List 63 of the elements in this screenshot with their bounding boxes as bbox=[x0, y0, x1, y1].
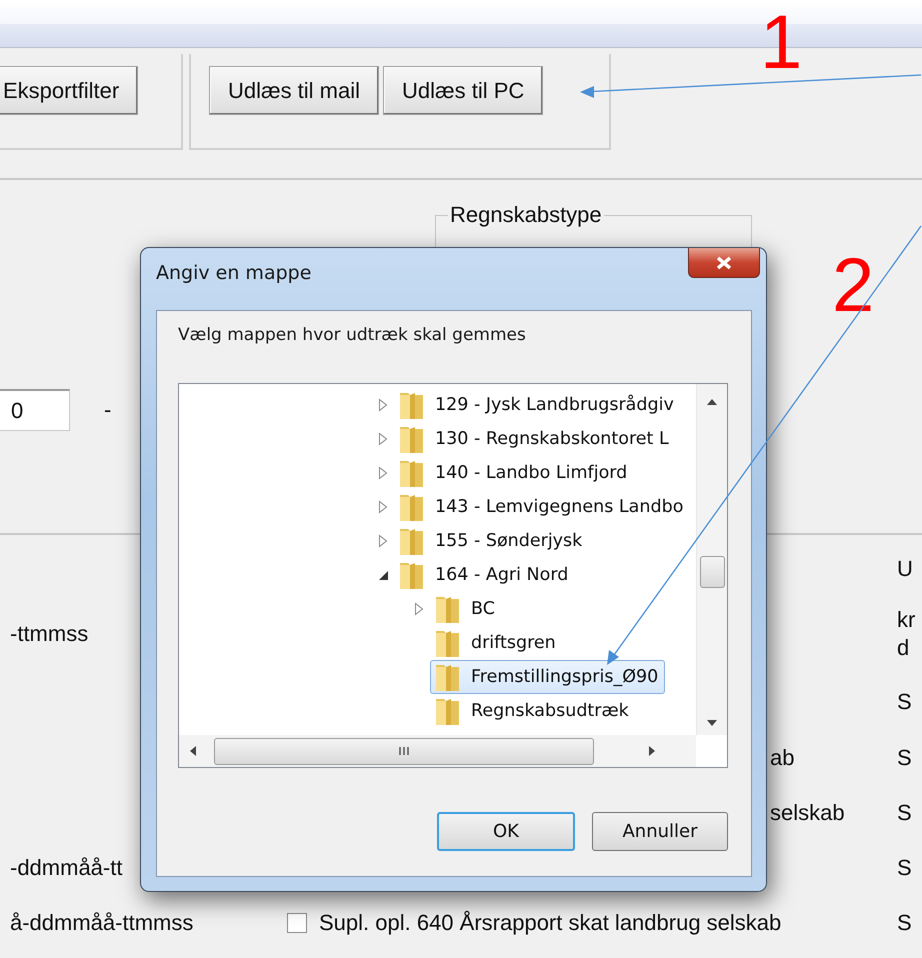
checkbox-label: Supl. opl. 640 Årsrapport skat landbrug selskab bbox=[319, 908, 782, 936]
collapsed-arrow-icon[interactable] bbox=[414, 602, 424, 616]
folder-icon bbox=[399, 492, 424, 522]
collapsed-arrow-icon[interactable] bbox=[378, 432, 388, 446]
folder-icon bbox=[399, 526, 424, 556]
vertical-scrollbar[interactable] bbox=[696, 384, 727, 735]
dialog-prompt: Vælg mappen hvor udtræk skal gemmes bbox=[178, 325, 527, 345]
toolbar-button[interactable]: Udlæs til mail bbox=[209, 66, 380, 115]
horizontal-scrollbar[interactable] bbox=[179, 735, 696, 767]
collapsed-arrow-icon[interactable] bbox=[378, 500, 388, 514]
folder-item[interactable]: Fremstillingspris_Ø90 bbox=[430, 660, 666, 694]
annotation-number: 1 bbox=[760, 5, 802, 81]
folder-item[interactable]: 155 - Sønderjysk bbox=[394, 524, 590, 558]
folder-item[interactable]: 140 - Landbo Limfjord bbox=[394, 456, 634, 490]
close-icon bbox=[715, 256, 733, 270]
input-field[interactable]: 0 bbox=[0, 389, 70, 431]
scroll-right-icon[interactable] bbox=[648, 745, 656, 757]
list-text: S bbox=[897, 800, 912, 824]
toolbar-button[interactable]: Udlæs til PC bbox=[383, 66, 544, 115]
folder-icon bbox=[435, 662, 460, 692]
list-text: S bbox=[897, 910, 912, 934]
list-text: -ddmmåå-tt bbox=[10, 854, 122, 880]
folder-item[interactable]: BC bbox=[430, 592, 502, 626]
collapsed-arrow-icon[interactable] bbox=[378, 534, 388, 548]
folder-icon bbox=[399, 424, 424, 454]
list-text: S bbox=[897, 854, 912, 880]
list-text: -ttmmss bbox=[10, 621, 88, 646]
list-text: S bbox=[897, 688, 912, 714]
dialog-button[interactable]: OK bbox=[437, 812, 575, 851]
collapsed-arrow-icon[interactable] bbox=[378, 466, 388, 480]
scroll-thumb[interactable] bbox=[700, 556, 724, 588]
folder-icon bbox=[435, 594, 460, 624]
folder-item[interactable]: driftsgren bbox=[430, 626, 563, 660]
folder-icon bbox=[399, 560, 424, 590]
checkbox[interactable] bbox=[287, 912, 307, 932]
folder-icon bbox=[435, 696, 460, 726]
range-separator: - bbox=[104, 396, 112, 424]
scroll-left-icon[interactable] bbox=[189, 745, 197, 757]
list-text: kr d bbox=[897, 607, 916, 660]
scroll-down-icon[interactable] bbox=[706, 719, 718, 727]
list-text: selskab bbox=[770, 798, 845, 826]
collapsed-arrow-icon[interactable] bbox=[378, 398, 388, 412]
dialog-title: Angiv en mappe bbox=[156, 262, 312, 284]
expanded-arrow-icon[interactable] bbox=[378, 570, 388, 580]
scroll-up-icon[interactable] bbox=[706, 398, 718, 406]
folder-icon bbox=[435, 628, 460, 658]
folder-item[interactable]: Regnskabsudtræk bbox=[430, 694, 636, 728]
folder-icon bbox=[399, 458, 424, 488]
list-text: å-ddmmåå-ttmmss bbox=[10, 910, 194, 934]
list-text: S bbox=[897, 744, 912, 770]
folder-item[interactable]: 129 - Jysk Landbrugsrådgiv bbox=[394, 388, 681, 422]
dialog-button[interactable]: Annuller bbox=[592, 812, 728, 851]
grip-icon bbox=[398, 746, 410, 756]
list-text: U bbox=[897, 556, 913, 581]
close-button[interactable] bbox=[688, 248, 760, 278]
toolbar-button[interactable]: Eksportfilter bbox=[0, 66, 138, 115]
folder-item[interactable]: 164 - Agri Nord bbox=[394, 558, 576, 592]
list-text: ab bbox=[770, 744, 794, 772]
annotation-number: 2 bbox=[832, 248, 874, 324]
folder-item[interactable]: 130 - Regnskabskontoret L bbox=[394, 422, 676, 456]
folder-item[interactable]: 143 - Lemvigegnens Landbo bbox=[394, 490, 690, 524]
scroll-thumb[interactable] bbox=[214, 738, 594, 764]
folder-icon bbox=[399, 390, 424, 420]
